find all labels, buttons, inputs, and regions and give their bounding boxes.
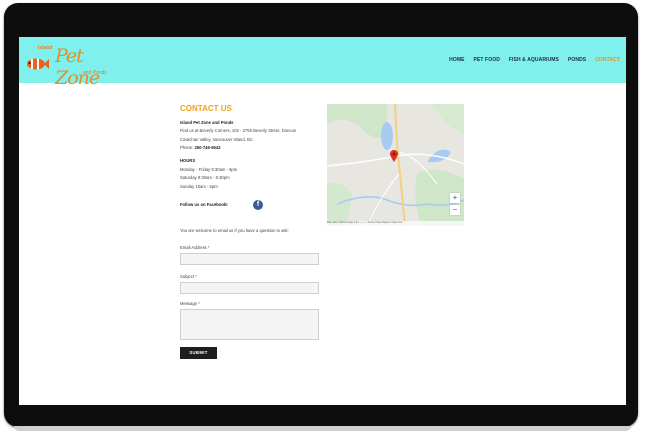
email-label: Email Address * [180,245,210,250]
clownfish-icon [27,58,49,70]
nav-ponds[interactable]: PONDS [568,57,586,63]
laptop-base [14,426,631,431]
email-field[interactable] [180,253,319,265]
facebook-icon[interactable]: f [253,200,263,210]
phone-label: Phone: [180,145,194,150]
address-line-2: Cowichan Valley, Vancouver Island, BC [180,137,253,142]
logo-script-text: Pet Zone [55,45,100,89]
nav-home[interactable]: HOME [449,57,464,63]
message-label: Message * [180,301,200,306]
hours-weekdays: Monday - Friday 9:30am - 6pm [180,167,238,172]
hours-sunday: Sunday 10am - 5pm [180,184,218,189]
site-logo[interactable]: Island Pet Zone and Ponds [25,42,125,89]
form-intro: You are welcome to email us if you have … [180,228,289,233]
location-pin-icon[interactable] [390,150,398,162]
zoom-out-button[interactable]: − [450,205,460,215]
hours-saturday: Saturday 9:30am - 5:30pm [180,175,230,180]
business-name: Island Pet Zone and Ponds [180,120,234,125]
nav-pet-food[interactable]: PET FOOD [474,57,500,63]
map-tiles [327,104,464,226]
logo-island-text: Island [38,45,53,51]
location-map[interactable]: + − Map data ©2019 Google 2 km ——— Terms… [327,104,464,226]
nav-contact[interactable]: CONTACT [595,57,620,63]
browser-viewport: Island Pet Zone and Ponds HOME PET FOOD … [19,37,626,405]
nav-fish-aquariums[interactable]: FISH & AQUARIUMS [509,57,559,63]
subject-field[interactable] [180,282,319,294]
address-line-1: Find us at Beverly Corners, 102 - 2755 B… [180,128,297,133]
follow-facebook-text: Follow us on Facebook! [180,202,228,207]
subject-label: Subject * [180,274,197,279]
main-nav: HOME PET FOOD FISH & AQUARIUMS PONDS CON… [449,57,620,63]
hours-heading: HOURS [180,158,196,163]
logo-sub-text: and Ponds [83,70,107,76]
submit-button[interactable]: SUBMIT [180,347,217,359]
page-title: CONTACT US [180,104,232,113]
message-field[interactable] [180,309,319,340]
zoom-in-button[interactable]: + [450,193,460,203]
site-header: Island Pet Zone and Ponds HOME PET FOOD … [19,37,626,89]
phone-row: Phone: 250-746-5542 [180,145,221,150]
phone-number[interactable]: 250-746-5542 [194,145,220,150]
map-attribution: Map data ©2019 Google 2 km ——— Terms of … [327,221,464,226]
